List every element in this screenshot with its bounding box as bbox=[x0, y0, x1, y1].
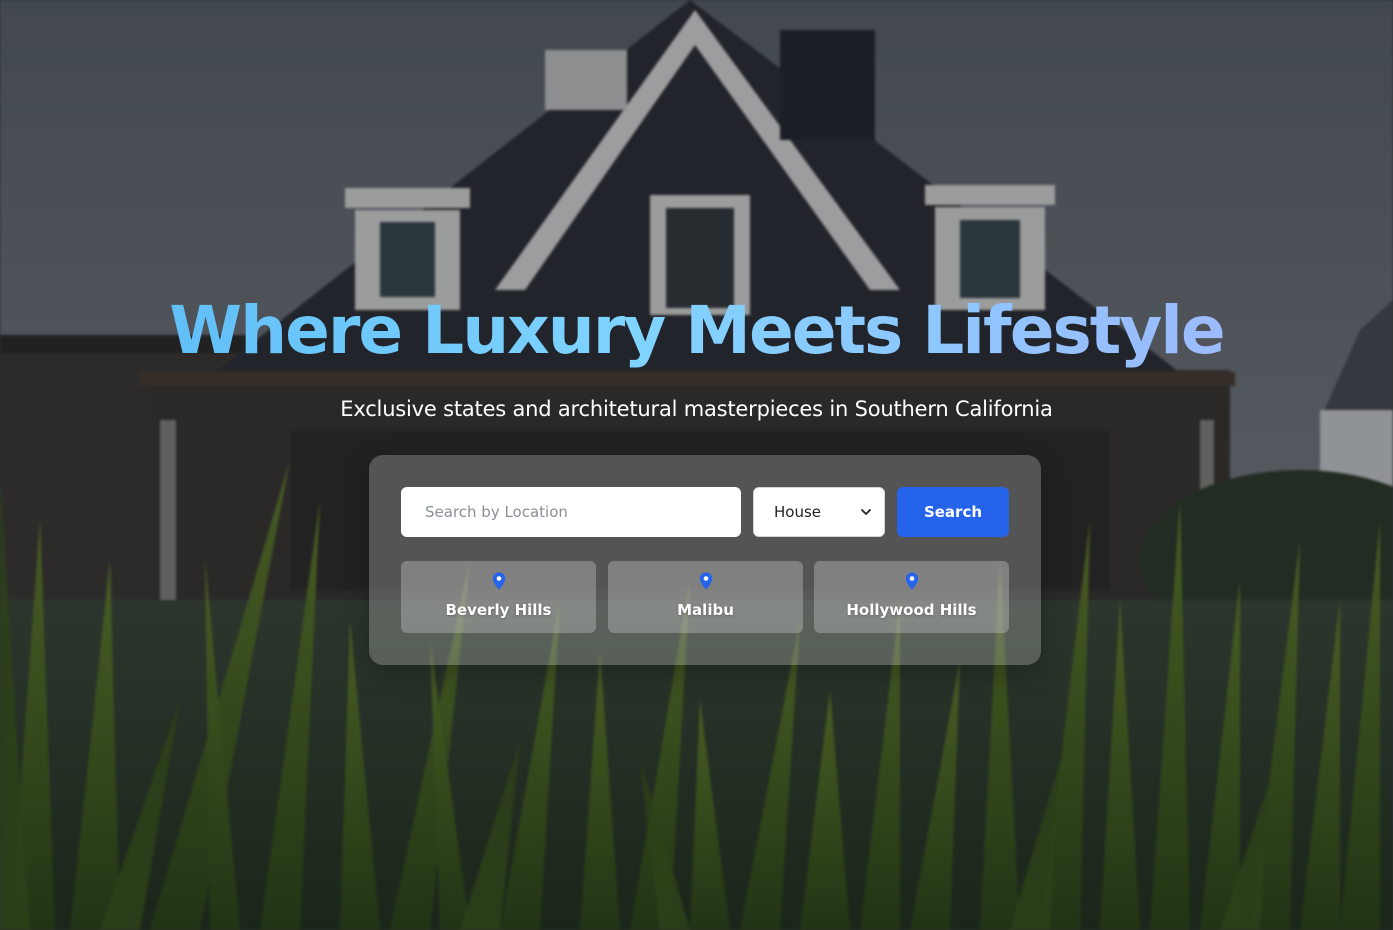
location-chip-malibu[interactable]: Malibu bbox=[608, 561, 803, 633]
location-chip-hollywood-hills[interactable]: Hollywood Hills bbox=[814, 561, 1009, 633]
map-pin-icon bbox=[699, 572, 712, 590]
location-search-input[interactable] bbox=[401, 487, 741, 537]
location-chip-beverly-hills[interactable]: Beverly Hills bbox=[401, 561, 596, 633]
chevron-down-icon bbox=[861, 509, 871, 515]
property-type-select[interactable]: House bbox=[753, 487, 885, 537]
hero-title: Where Luxury Meets Lifestyle bbox=[0, 286, 1393, 376]
location-chip-label: Malibu bbox=[677, 601, 734, 619]
location-chip-label: Beverly Hills bbox=[445, 601, 552, 619]
hero-content: Where Luxury Meets Lifestyle Exclusive s… bbox=[0, 0, 1393, 930]
hero-section: Where Luxury Meets Lifestyle Exclusive s… bbox=[0, 0, 1393, 930]
map-pin-icon bbox=[905, 572, 918, 590]
search-button[interactable]: Search bbox=[897, 487, 1009, 537]
map-pin-icon bbox=[492, 572, 505, 590]
location-chip-label: Hollywood Hills bbox=[846, 601, 977, 619]
search-panel: House Search Beverly Hills Malibu bbox=[369, 455, 1041, 665]
property-type-selected: House bbox=[774, 503, 822, 521]
hero-subtitle: Exclusive states and architetural master… bbox=[340, 397, 1053, 421]
